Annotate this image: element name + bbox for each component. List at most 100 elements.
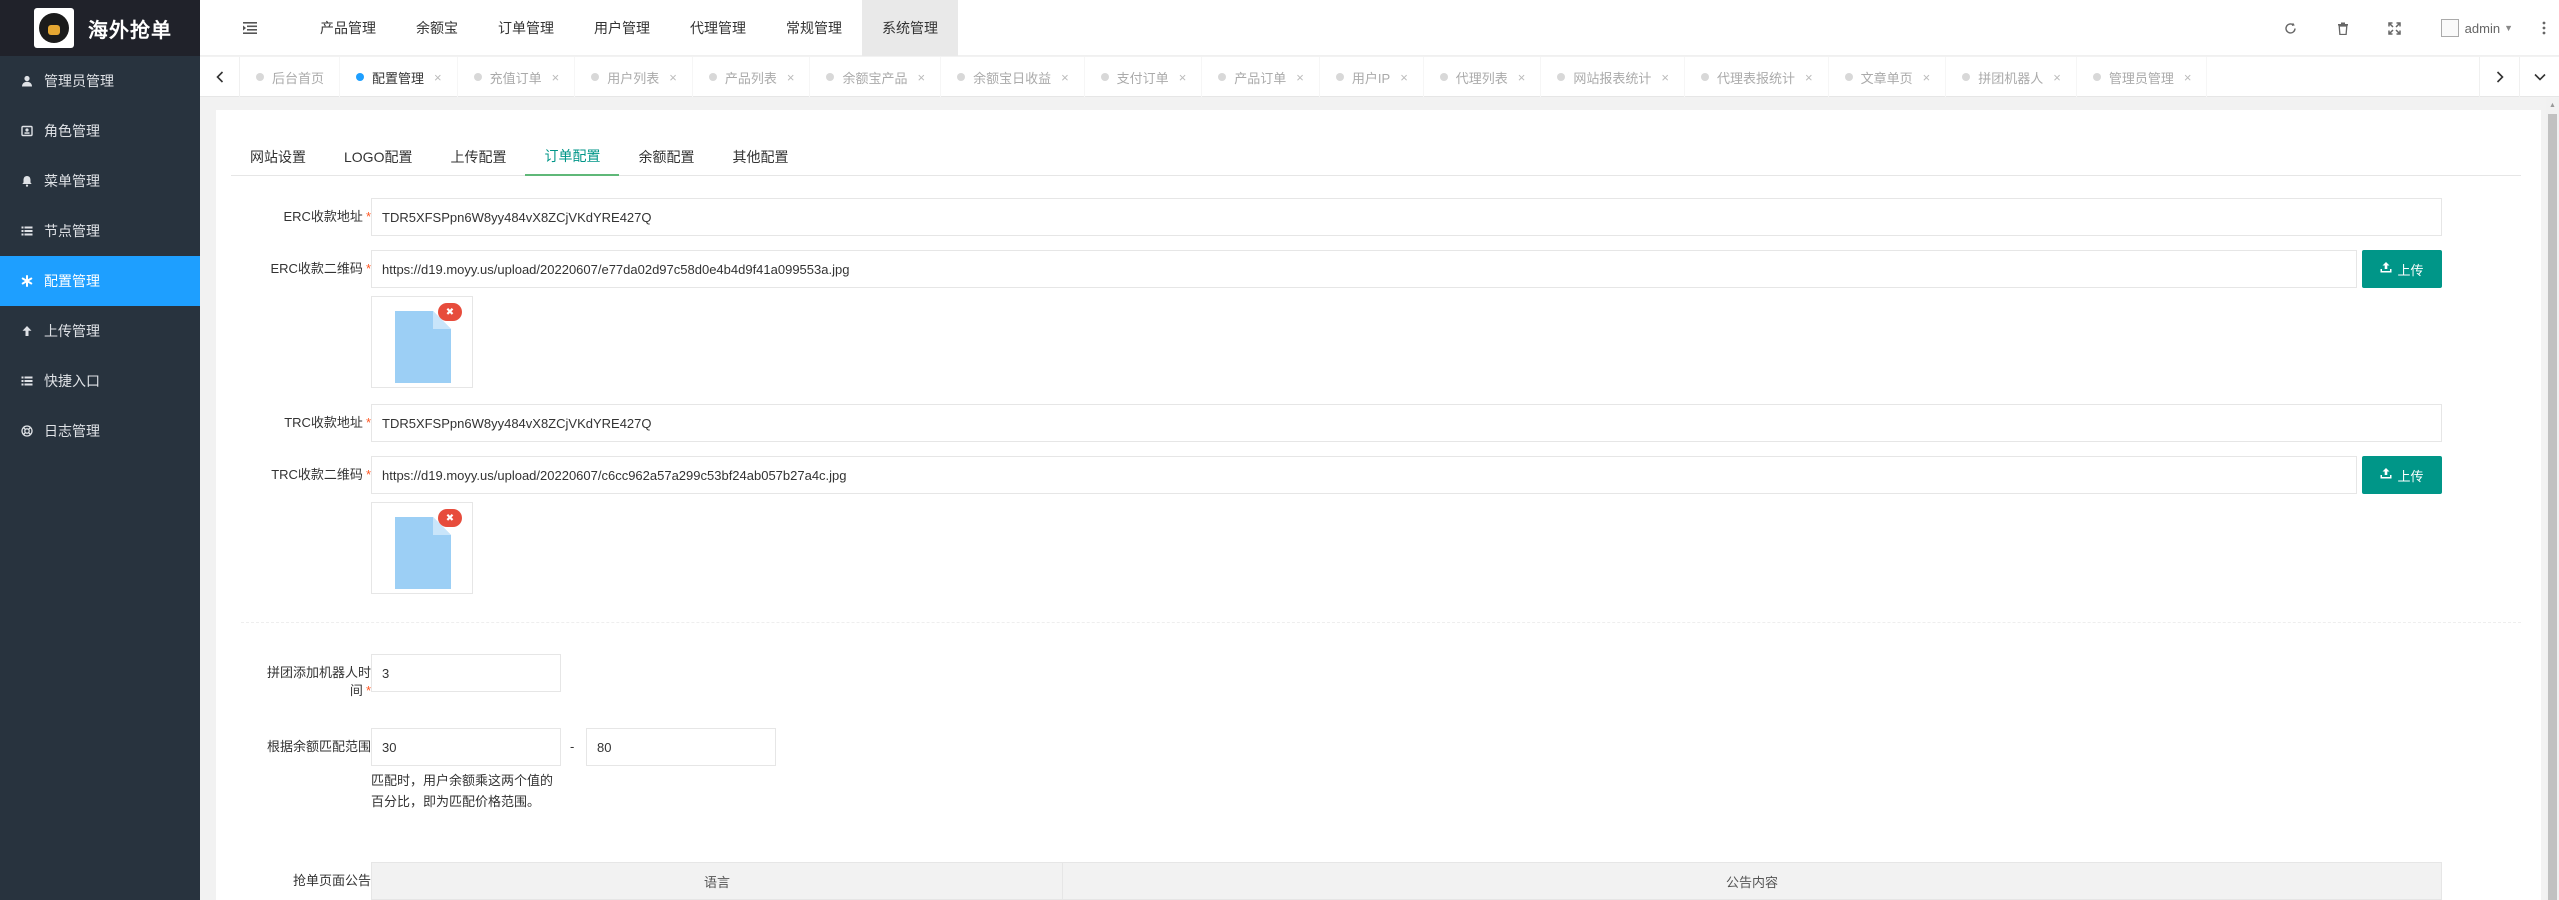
sidebar-menu: 管理员管理 角色管理 菜单管理 节点管理 配置管理 上传管理 快捷入口 日志管理 <box>0 56 200 456</box>
page-tab[interactable]: 管理员管理 × <box>2077 57 2208 97</box>
tab-order-config[interactable]: 订单配置 <box>525 138 620 176</box>
list-icon <box>20 374 34 388</box>
tab-site-settings[interactable]: 网站设置 <box>231 138 325 176</box>
close-icon[interactable]: × <box>1179 70 1187 85</box>
tab-upload-config[interactable]: 上传配置 <box>431 138 525 176</box>
refresh-icon[interactable] <box>2265 0 2317 56</box>
page-tab[interactable]: 余额宝日收益 × <box>941 57 1085 97</box>
nav-products[interactable]: 产品管理 <box>300 0 396 56</box>
tab-status-dot <box>1218 73 1227 81</box>
page-tab[interactable]: 余额宝产品 × <box>810 57 942 97</box>
page-tab[interactable]: 代理表报统计 × <box>1685 57 1829 97</box>
arrow-up-icon <box>20 324 34 338</box>
trc-upload-button[interactable]: 上传 <box>2362 456 2442 494</box>
delete-image-icon[interactable]: ✖ <box>438 509 462 527</box>
match-range-min-input[interactable]: 30 <box>371 728 561 766</box>
page-tab[interactable]: 用户列表 × <box>575 57 693 97</box>
close-icon[interactable]: × <box>2184 70 2192 85</box>
page-tab[interactable]: 代理列表 × <box>1424 57 1542 97</box>
file-icon <box>395 517 451 589</box>
page-tab[interactable]: 用户IP × <box>1320 57 1424 97</box>
close-icon[interactable]: × <box>1661 70 1669 85</box>
trc-qr-input[interactable]: https://d19.moyy.us/upload/20220607/c6cc… <box>371 456 2357 494</box>
sidebar-item-label: 菜单管理 <box>44 173 100 189</box>
tab-status-dot <box>256 73 264 81</box>
nav-agents[interactable]: 代理管理 <box>670 0 766 56</box>
sidebar-item-label: 快捷入口 <box>44 373 100 389</box>
erc-upload-button[interactable]: 上传 <box>2362 250 2442 288</box>
tab-other-config[interactable]: 其他配置 <box>713 138 807 176</box>
tab-status-dot <box>2092 73 2101 81</box>
close-icon[interactable]: × <box>2053 70 2061 85</box>
page-tab[interactable]: 文章单页 × <box>1829 57 1947 97</box>
close-icon[interactable]: × <box>1805 70 1813 85</box>
scroll-up-icon[interactable]: ▲ <box>2546 98 2559 112</box>
sidebar-item-shortcuts[interactable]: 快捷入口 <box>0 356 200 406</box>
sidebar-item-admin[interactable]: 管理员管理 <box>0 56 200 106</box>
page-tab[interactable]: 配置管理 × <box>340 57 458 97</box>
sidebar-item-roles[interactable]: 角色管理 <box>0 106 200 156</box>
robot-time-input[interactable]: 3 <box>371 654 561 692</box>
tab-balance-config[interactable]: 余额配置 <box>619 138 713 176</box>
sidebar-item-config[interactable]: 配置管理 <box>0 256 200 306</box>
close-icon[interactable]: × <box>669 70 677 85</box>
scrollbar-thumb[interactable] <box>2548 114 2557 900</box>
erc-address-input[interactable]: TDR5XFSPpn6W8yy484vX8ZCjVKdYRE427Q <box>371 198 2442 236</box>
close-icon[interactable]: × <box>1923 70 1931 85</box>
close-icon[interactable]: × <box>434 70 442 85</box>
page-tabs-bar: 后台首页 配置管理 × 充值订单 × 用户列表 × 产品列表 × 余额宝产品 × 余额宝日收益 × 支付订… <box>200 57 2559 97</box>
sidebar-item-label: 角色管理 <box>44 123 100 139</box>
more-vertical-icon[interactable] <box>2529 0 2559 56</box>
sidebar-item-upload[interactable]: 上传管理 <box>0 306 200 356</box>
user-menu[interactable]: admin ▼ <box>2421 19 2529 37</box>
close-icon[interactable]: × <box>1061 70 1069 85</box>
page-tab[interactable]: 充值订单 × <box>458 57 576 97</box>
sidebar-item-menus[interactable]: 菜单管理 <box>0 156 200 206</box>
match-range-max-input[interactable]: 80 <box>586 728 776 766</box>
nav-system[interactable]: 系统管理 <box>862 0 958 56</box>
match-range-help: 匹配时，用户余额乘这两个值的百分比，即为匹配价格范围。 <box>371 773 554 809</box>
page-tab[interactable]: 产品列表 × <box>693 57 811 97</box>
config-card: 网站设置 LOGO配置 上传配置 订单配置 余额配置 其他配置 ERC收款地址 *… <box>216 110 2541 900</box>
nav-orders[interactable]: 订单管理 <box>478 0 574 56</box>
close-icon[interactable]: × <box>917 70 925 85</box>
page-tab[interactable]: 支付订单 × <box>1085 57 1203 97</box>
tab-logo-config[interactable]: LOGO配置 <box>325 138 431 176</box>
nav-users[interactable]: 用户管理 <box>574 0 670 56</box>
page-tab[interactable]: 后台首页 <box>240 57 341 97</box>
close-icon[interactable]: × <box>1400 70 1408 85</box>
close-icon[interactable]: × <box>1296 70 1304 85</box>
tab-status-dot <box>957 73 966 81</box>
close-icon[interactable]: × <box>1518 70 1526 85</box>
close-icon[interactable]: × <box>552 70 560 85</box>
tab-status-dot <box>1844 73 1853 81</box>
erc-qr-input[interactable]: https://d19.moyy.us/upload/20220607/e77d… <box>371 250 2357 288</box>
delete-image-icon[interactable]: ✖ <box>438 303 462 321</box>
trc-qr-label: TRC收款二维码 * <box>271 467 371 482</box>
fullscreen-icon[interactable] <box>2369 0 2421 56</box>
tab-status-dot <box>1439 73 1448 81</box>
page-tab[interactable]: 网站报表统计 × <box>1541 57 1685 97</box>
tabs-scroll-left-icon[interactable] <box>200 57 240 97</box>
tabs-menu-chevron-down-icon[interactable] <box>2519 57 2559 97</box>
menu-toggle-icon[interactable] <box>240 18 260 38</box>
nav-general[interactable]: 常规管理 <box>766 0 862 56</box>
app-title: 海外抢单 <box>88 19 172 42</box>
sidebar-item-logs[interactable]: 日志管理 <box>0 406 200 456</box>
logo[interactable]: 海外抢单 <box>0 0 200 56</box>
page-scrollbar[interactable]: ▲ <box>2546 98 2559 900</box>
close-icon[interactable]: × <box>787 70 795 85</box>
tabs-scroll-right-icon[interactable] <box>2479 57 2519 97</box>
trash-icon[interactable] <box>2317 0 2369 56</box>
sidebar-item-nodes[interactable]: 节点管理 <box>0 206 200 256</box>
tab-label: 用户IP <box>1351 70 1391 86</box>
nav-yuebao[interactable]: 余额宝 <box>396 0 478 56</box>
page-tab[interactable]: 拼团机器人 × <box>1946 57 2077 97</box>
trc-address-input[interactable]: TDR5XFSPpn6W8yy484vX8ZCjVKdYRE427Q <box>371 404 2442 442</box>
user-icon <box>20 74 34 88</box>
upload-icon <box>2380 262 2392 276</box>
page-tab[interactable]: 产品订单 × <box>1202 57 1320 97</box>
tab-label: 代理列表 <box>1455 70 1508 86</box>
sidebar-item-label: 节点管理 <box>44 223 100 239</box>
erc-qr-label: ERC收款二维码 * <box>270 261 371 276</box>
